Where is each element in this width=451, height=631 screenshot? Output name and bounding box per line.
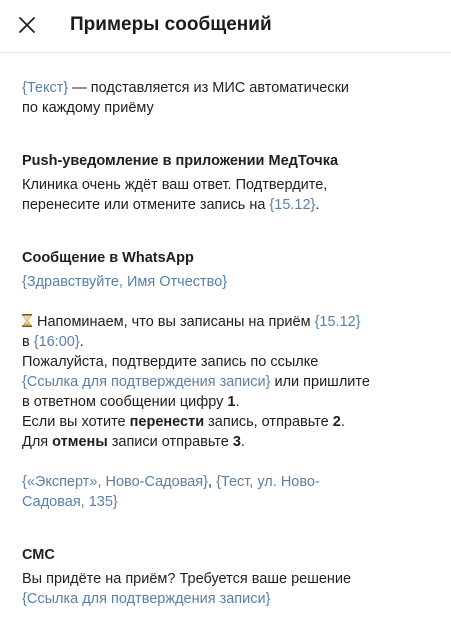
- whatsapp-line-6: Если вы хотите: [22, 414, 130, 430]
- close-button[interactable]: [14, 12, 40, 38]
- whatsapp-line-5: в ответном сообщении цифру: [22, 394, 228, 410]
- dialog-title: Примеры сообщений: [70, 14, 272, 35]
- dialog-header: Примеры сообщений: [0, 0, 451, 53]
- sms-block: СМС Вы придёте на приём? Требуется ваше …: [22, 545, 432, 609]
- variable-time: {16:00}: [33, 334, 80, 350]
- whatsapp-line-5-end: .: [235, 394, 240, 410]
- whatsapp-line-2-end: .: [79, 334, 84, 350]
- whatsapp-line-7: Для: [22, 434, 53, 450]
- variable-address-cont: Садовая, 135}: [22, 494, 118, 510]
- whatsapp-line-4: или пришлите: [270, 374, 370, 390]
- hourglass-icon: [22, 314, 32, 327]
- push-block: Push-уведомление в приложении МедТочка К…: [22, 151, 432, 215]
- whatsapp-line-2: в: [22, 334, 34, 350]
- whatsapp-block: Сообщение в WhatsApp {Здравствуйте, Имя …: [22, 248, 432, 512]
- cancel-word: отмены: [52, 434, 108, 450]
- push-line-2: перенесите или отмените запись на: [22, 197, 270, 213]
- variable-link: {Ссылка для подтверждения записи}: [22, 591, 271, 607]
- signature-separator: ,: [208, 474, 217, 490]
- push-title: Push-уведомление в приложении МедТочка: [22, 153, 339, 169]
- variable-link: {Ссылка для подтверждения записи}: [22, 374, 271, 390]
- whatsapp-line-1: Напоминаем, что вы записаны на приём: [37, 314, 315, 330]
- variable-address: {Тест, ул. Ново-: [216, 474, 320, 490]
- variable-greeting: {Здравствуйте, Имя Отчество}: [22, 274, 228, 290]
- variable-text: {Текст}: [22, 80, 69, 96]
- reschedule-word: перенести: [129, 414, 205, 430]
- intro-text-1: — подставляется из МИС автоматически: [68, 80, 350, 96]
- intro-block: {Текст} — подставляется из МИС автоматич…: [22, 78, 432, 118]
- whatsapp-line-6-end: .: [340, 414, 345, 430]
- push-line-1: Клиника очень ждёт ваш ответ. Подтвердит…: [22, 177, 328, 193]
- variable-date: {15.12}: [269, 197, 316, 213]
- intro-text-2: по каждому приёму: [22, 100, 154, 116]
- sms-line-1: Вы придёте на приём? Требуется ваше реше…: [22, 571, 352, 587]
- push-line-2-end: .: [315, 197, 320, 213]
- whatsapp-line-6-mid: запись, отправьте: [204, 414, 333, 430]
- whatsapp-line-3: Пожалуйста, подтвердите запись по ссылке: [22, 354, 319, 370]
- close-icon[interactable]: [14, 12, 40, 38]
- variable-clinic: {«Эксперт», Ново-Садовая}: [22, 474, 209, 490]
- whatsapp-title: Сообщение в WhatsApp: [22, 250, 194, 266]
- message-examples: {Текст} — подставляется из МИС автоматич…: [22, 78, 432, 609]
- whatsapp-line-7-mid: записи отправьте: [107, 434, 233, 450]
- digit-cancel: 3: [232, 434, 241, 450]
- digit-reschedule: 2: [332, 414, 341, 430]
- variable-date: {15.12}: [314, 314, 361, 330]
- sms-title: СМС: [22, 547, 55, 563]
- whatsapp-line-7-end: .: [240, 434, 245, 450]
